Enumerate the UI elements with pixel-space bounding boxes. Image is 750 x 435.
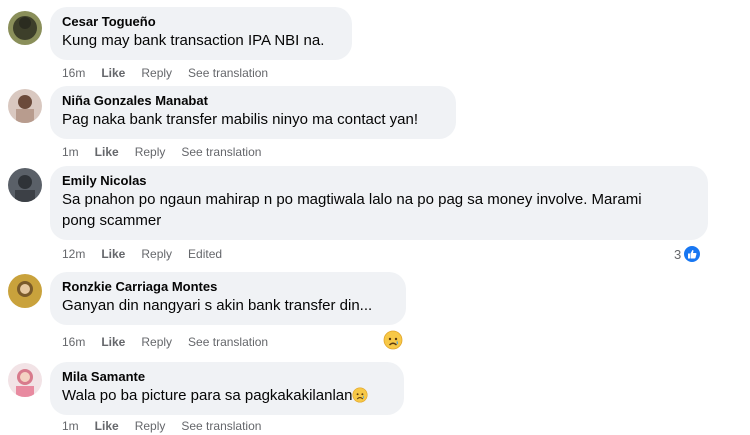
like-button[interactable]: Like [95,144,119,160]
like-button[interactable]: Like [101,334,125,350]
edited-label[interactable]: Edited [188,246,222,262]
comment-author[interactable]: Cesar Togueño [62,13,340,30]
comment-bubble: Niña Gonzales Manabat Pag naka bank tran… [50,86,456,139]
comment-text: Ganyan din nangyari s akin bank transfer… [62,297,373,314]
comment-actions: 1m Like Reply See translation [62,418,261,434]
see-translation-link[interactable]: See translation [188,334,268,350]
comment-actions: 16m Like Reply See translation [62,65,268,81]
sad-reaction-icon[interactable] [383,330,403,355]
comment-time[interactable]: 1m [62,418,79,434]
like-reaction-icon [683,245,702,263]
comment-actions: 12m Like Reply Edited [62,246,222,262]
sad-emoji-icon [352,387,368,409]
comment-bubble: Cesar Togueño Kung may bank transaction … [50,7,352,60]
see-translation-link[interactable]: See translation [181,144,261,160]
comment-author[interactable]: Niña Gonzales Manabat [62,92,444,109]
like-button[interactable]: Like [101,65,125,81]
comment-time[interactable]: 16m [62,65,85,81]
comment-text-line-2: pong scammer [62,212,162,229]
see-translation-link[interactable]: See translation [181,418,261,434]
comment-author[interactable]: Mila Samante [62,368,392,385]
avatar[interactable] [8,274,42,308]
comment-author[interactable]: Ronzkie Carriaga Montes [62,278,394,295]
reply-button[interactable]: Reply [141,334,172,350]
comment-time[interactable]: 16m [62,334,85,350]
comment-text-content: Wala po ba picture para sa pagkakakilanl… [62,387,353,404]
comment-bubble: Ronzkie Carriaga Montes Ganyan din nangy… [50,272,406,325]
reply-button[interactable]: Reply [135,418,166,434]
comment-bubble: Mila Samante Wala po ba picture para sa … [50,362,404,415]
reply-button[interactable]: Reply [141,65,172,81]
comment-time[interactable]: 1m [62,144,79,160]
comment-actions: 16m Like Reply See translation [62,334,268,350]
comment-text: Pag naka bank transfer mabilis ninyo ma … [62,111,419,128]
comment-author[interactable]: Emily Nicolas [62,172,696,189]
reply-button[interactable]: Reply [135,144,166,160]
like-button[interactable]: Like [101,246,125,262]
avatar[interactable] [8,168,42,202]
comment-text: Kung may bank transaction IPA NBI na. [62,32,325,49]
like-button[interactable]: Like [95,418,119,434]
comment-actions: 1m Like Reply See translation [62,144,261,160]
reaction-summary[interactable]: 3 [674,245,702,263]
reaction-count: 3 [674,246,682,262]
avatar[interactable] [8,11,42,45]
reply-button[interactable]: Reply [141,246,172,262]
comment-text-line-1: Sa pnahon po ngaun mahirap n po magtiwal… [62,191,642,208]
avatar[interactable] [8,363,42,397]
avatar[interactable] [8,89,42,123]
comment-text: Wala po ba picture para sa pagkakakilanl… [62,385,392,409]
comment-time[interactable]: 12m [62,246,85,262]
see-translation-link[interactable]: See translation [188,65,268,81]
comment-bubble: Emily Nicolas Sa pnahon po ngaun mahirap… [50,166,708,240]
